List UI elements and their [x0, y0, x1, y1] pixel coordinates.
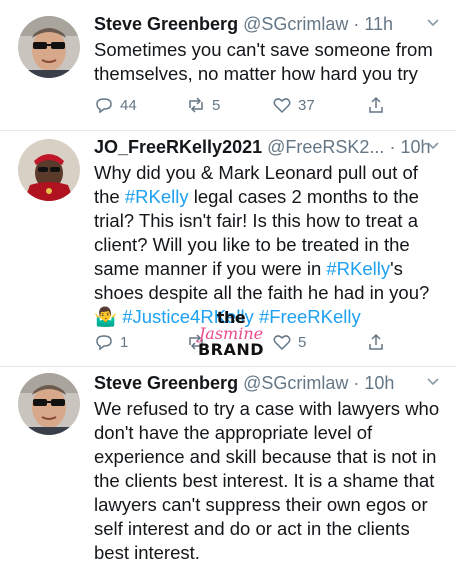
tweet-line: trial? This isn't fair! Is this how to t… — [94, 209, 444, 233]
reply-button[interactable]: 1 — [94, 331, 128, 353]
tweet-line: Sometimes you can't save someone from — [94, 39, 433, 60]
tweet-text: Sometimes you can't save someone from th… — [94, 38, 444, 86]
reply-icon — [96, 335, 112, 351]
author-name[interactable]: Steve Greenberg — [94, 373, 238, 393]
author-handle[interactable]: @SGcrimlaw — [243, 373, 348, 393]
avatar-image — [18, 139, 80, 201]
avatar-image — [18, 373, 80, 435]
tweet-actions: 1 5 — [94, 331, 436, 353]
avatar-image — [18, 16, 80, 78]
tweet-line: the #RKelly legal cases 2 months to the — [94, 185, 444, 209]
tweet-text-segment: Why did you & Mark Leonard pull out of — [94, 162, 418, 183]
share-icon — [369, 333, 383, 350]
tweet-line: same manner if you were in #RKelly's — [94, 257, 444, 281]
reply-count: 1 — [120, 333, 129, 351]
tweet-line: We refused to try a case with lawyers wh… — [94, 398, 440, 419]
tweet-text-segment: 🤷‍♂️ — [94, 306, 123, 327]
tweet-actions: 44 5 37 — [94, 94, 436, 116]
share-icon — [369, 96, 383, 113]
reply-icon — [96, 98, 112, 114]
tweet-time[interactable]: · 11h — [353, 14, 393, 34]
tweet-text-segment: the — [94, 186, 125, 207]
reply-button[interactable]: 44 — [94, 94, 137, 116]
tweet-text-segment: client? Will you like to be treated in t… — [94, 234, 410, 255]
share-button[interactable] — [366, 94, 386, 116]
hashtag-link[interactable]: #Justice4RKelly — [122, 306, 254, 327]
author-handle[interactable]: @FreeRSK2... — [267, 137, 384, 157]
tweet-text-segment: 's — [390, 258, 403, 279]
tweet-text-segment: trial? This isn't fair! Is this how to t… — [94, 210, 418, 231]
tweet-text: We refused to try a case with lawyers wh… — [94, 397, 444, 565]
author-name[interactable]: Steve Greenberg — [94, 14, 238, 34]
tweet-line: the clients best interest. It is a shame… — [94, 470, 435, 491]
tweet-time[interactable]: · 10h — [389, 137, 430, 157]
retweet-icon — [189, 97, 203, 113]
tweet-line: themselves, no matter how hard you try — [94, 63, 418, 84]
author-handle[interactable]: @SGcrimlaw — [243, 14, 348, 34]
retweet-icon — [189, 334, 203, 350]
like-count: 5 — [298, 333, 307, 351]
divider — [0, 366, 456, 367]
tweet-line: self interest and do or act in the clien… — [94, 518, 410, 539]
tweet-text-segment: shoes despite all the faith he had in yo… — [94, 282, 430, 303]
like-count: 37 — [298, 96, 315, 114]
avatar[interactable] — [18, 16, 80, 78]
retweet-count: 5 — [212, 96, 221, 114]
retweet-button[interactable]: 5 — [186, 94, 220, 116]
hashtag-link[interactable]: #FreeRKelly — [259, 306, 361, 327]
chevron-down-icon[interactable] — [426, 371, 440, 395]
like-icon — [273, 335, 291, 351]
avatar[interactable] — [18, 373, 80, 435]
hashtag-link[interactable]: #RKelly — [125, 186, 189, 207]
tweet-line: experience and skill because that is not… — [94, 446, 437, 467]
tweet-line: best interest. — [94, 542, 200, 563]
retweet-button[interactable] — [186, 331, 212, 353]
tweet-line: client? Will you like to be treated in t… — [94, 233, 444, 257]
tweet-line: don't have the appropriate level of — [94, 422, 373, 443]
like-button[interactable]: 5 — [272, 331, 306, 353]
like-button[interactable]: 37 — [272, 94, 315, 116]
chevron-down-icon[interactable] — [426, 135, 440, 159]
avatar[interactable] — [18, 139, 80, 201]
hashtag-link[interactable]: #RKelly — [326, 258, 390, 279]
tweet-line: Why did you & Mark Leonard pull out of — [94, 161, 444, 185]
tweet-line: shoes despite all the faith he had in yo… — [94, 281, 444, 305]
tweet-time[interactable]: · 10h — [353, 373, 394, 393]
share-button[interactable] — [366, 331, 386, 353]
tweet-line: 🤷‍♂️ #Justice4RKelly #FreeRKelly — [94, 305, 444, 329]
chevron-down-icon[interactable] — [426, 12, 440, 36]
like-icon — [273, 98, 291, 114]
tweet-text-segment: same manner if you were in — [94, 258, 327, 279]
tweet-line: lawyers can't suppress their own egos or — [94, 494, 428, 515]
author-name[interactable]: JO_FreeRKelly2021 — [94, 137, 262, 157]
tweet-text: Why did you & Mark Leonard pull out of th… — [94, 161, 444, 329]
tweet-text-segment: legal cases 2 months to the — [188, 186, 419, 207]
divider — [0, 130, 456, 131]
reply-count: 44 — [120, 96, 137, 114]
